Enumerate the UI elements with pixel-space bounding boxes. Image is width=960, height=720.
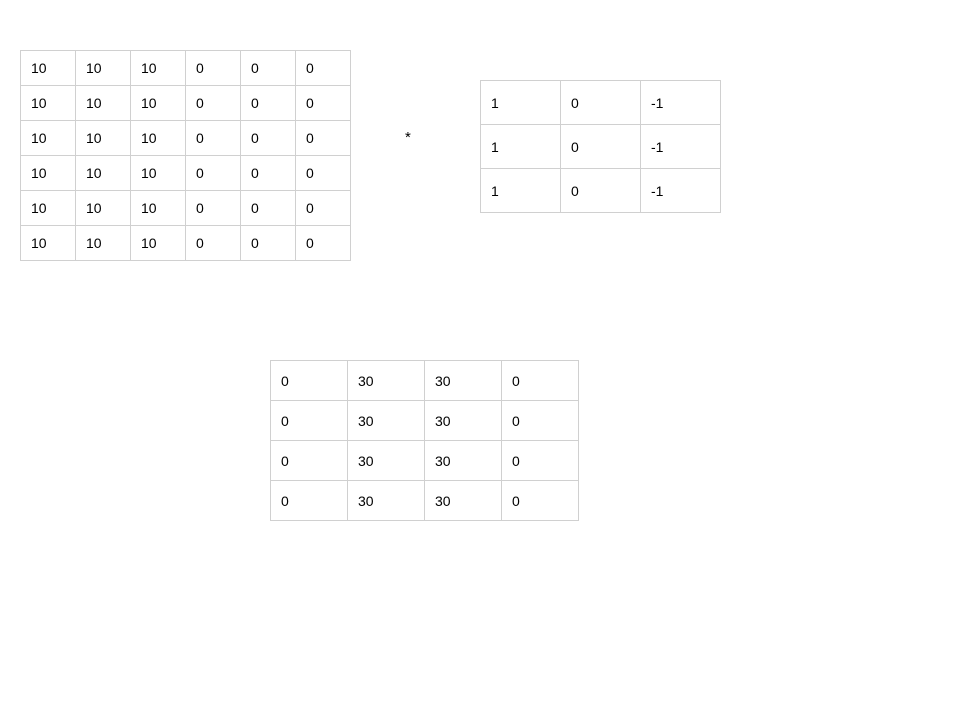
matrix-cell: 0 bbox=[271, 441, 348, 481]
matrix-cell: 0 bbox=[186, 156, 241, 191]
matrix-cell: -1 bbox=[641, 81, 721, 125]
matrix-cell: 30 bbox=[425, 481, 502, 521]
matrix-cell: 0 bbox=[241, 51, 296, 86]
matrix-cell: 10 bbox=[21, 86, 76, 121]
matrix-cell: 0 bbox=[296, 121, 351, 156]
matrix-cell: 0 bbox=[186, 191, 241, 226]
matrix-cell: 10 bbox=[21, 226, 76, 261]
matrix-cell: 0 bbox=[186, 51, 241, 86]
matrix-cell: 10 bbox=[131, 191, 186, 226]
matrix-cell: 1 bbox=[481, 169, 561, 213]
matrix-cell: 10 bbox=[131, 226, 186, 261]
matrix-cell: 0 bbox=[561, 125, 641, 169]
matrix-cell: 0 bbox=[502, 401, 579, 441]
matrix-cell: -1 bbox=[641, 169, 721, 213]
matrix-cell: 10 bbox=[131, 86, 186, 121]
matrix-cell: 0 bbox=[271, 481, 348, 521]
matrix-cell: 10 bbox=[131, 121, 186, 156]
matrix-cell: 10 bbox=[21, 121, 76, 156]
matrix-cell: -1 bbox=[641, 125, 721, 169]
matrix-cell: 30 bbox=[348, 361, 425, 401]
matrix-cell: 0 bbox=[186, 86, 241, 121]
matrix-cell: 10 bbox=[21, 156, 76, 191]
matrix-cell: 10 bbox=[76, 86, 131, 121]
matrix-cell: 10 bbox=[76, 156, 131, 191]
matrix-cell: 0 bbox=[296, 191, 351, 226]
table-row: 10 10 10 0 0 0 bbox=[21, 156, 351, 191]
matrix-cell: 0 bbox=[271, 401, 348, 441]
table-row: 10 10 10 0 0 0 bbox=[21, 226, 351, 261]
convolution-operator: * bbox=[405, 129, 411, 146]
matrix-cell: 30 bbox=[425, 441, 502, 481]
matrix-cell: 0 bbox=[186, 121, 241, 156]
matrix-cell: 0 bbox=[241, 191, 296, 226]
matrix-cell: 10 bbox=[76, 191, 131, 226]
diagram-container: 10 10 10 0 0 0 10 10 10 0 0 0 10 10 10 0… bbox=[0, 0, 960, 720]
matrix-cell: 30 bbox=[348, 401, 425, 441]
table-row: 0 30 30 0 bbox=[271, 481, 579, 521]
matrix-cell: 10 bbox=[21, 51, 76, 86]
matrix-cell: 0 bbox=[561, 169, 641, 213]
matrix-cell: 0 bbox=[186, 226, 241, 261]
matrix-cell: 0 bbox=[241, 226, 296, 261]
matrix-cell: 10 bbox=[76, 226, 131, 261]
matrix-cell: 10 bbox=[131, 51, 186, 86]
matrix-cell: 0 bbox=[241, 156, 296, 191]
matrix-cell: 0 bbox=[502, 441, 579, 481]
table-row: 1 0 -1 bbox=[481, 169, 721, 213]
matrix-cell: 30 bbox=[348, 441, 425, 481]
table-row: 1 0 -1 bbox=[481, 81, 721, 125]
matrix-cell: 0 bbox=[271, 361, 348, 401]
matrix-cell: 30 bbox=[425, 401, 502, 441]
matrix-cell: 0 bbox=[241, 86, 296, 121]
table-row: 10 10 10 0 0 0 bbox=[21, 121, 351, 156]
output-matrix-table: 0 30 30 0 0 30 30 0 0 30 30 0 0 30 30 0 bbox=[270, 360, 579, 521]
input-matrix-table: 10 10 10 0 0 0 10 10 10 0 0 0 10 10 10 0… bbox=[20, 50, 351, 261]
matrix-cell: 0 bbox=[296, 156, 351, 191]
matrix-cell: 10 bbox=[76, 51, 131, 86]
matrix-cell: 10 bbox=[21, 191, 76, 226]
matrix-cell: 0 bbox=[296, 226, 351, 261]
table-row: 10 10 10 0 0 0 bbox=[21, 191, 351, 226]
kernel-matrix-table: 1 0 -1 1 0 -1 1 0 -1 bbox=[480, 80, 721, 213]
table-row: 10 10 10 0 0 0 bbox=[21, 51, 351, 86]
matrix-cell: 0 bbox=[296, 86, 351, 121]
table-row: 0 30 30 0 bbox=[271, 361, 579, 401]
matrix-cell: 30 bbox=[348, 481, 425, 521]
matrix-cell: 0 bbox=[296, 51, 351, 86]
matrix-cell: 0 bbox=[502, 481, 579, 521]
matrix-cell: 0 bbox=[561, 81, 641, 125]
matrix-cell: 0 bbox=[241, 121, 296, 156]
table-row: 0 30 30 0 bbox=[271, 401, 579, 441]
matrix-cell: 10 bbox=[131, 156, 186, 191]
matrix-cell: 10 bbox=[76, 121, 131, 156]
matrix-cell: 30 bbox=[425, 361, 502, 401]
matrix-cell: 1 bbox=[481, 81, 561, 125]
table-row: 0 30 30 0 bbox=[271, 441, 579, 481]
table-row: 10 10 10 0 0 0 bbox=[21, 86, 351, 121]
matrix-cell: 0 bbox=[502, 361, 579, 401]
table-row: 1 0 -1 bbox=[481, 125, 721, 169]
matrix-cell: 1 bbox=[481, 125, 561, 169]
